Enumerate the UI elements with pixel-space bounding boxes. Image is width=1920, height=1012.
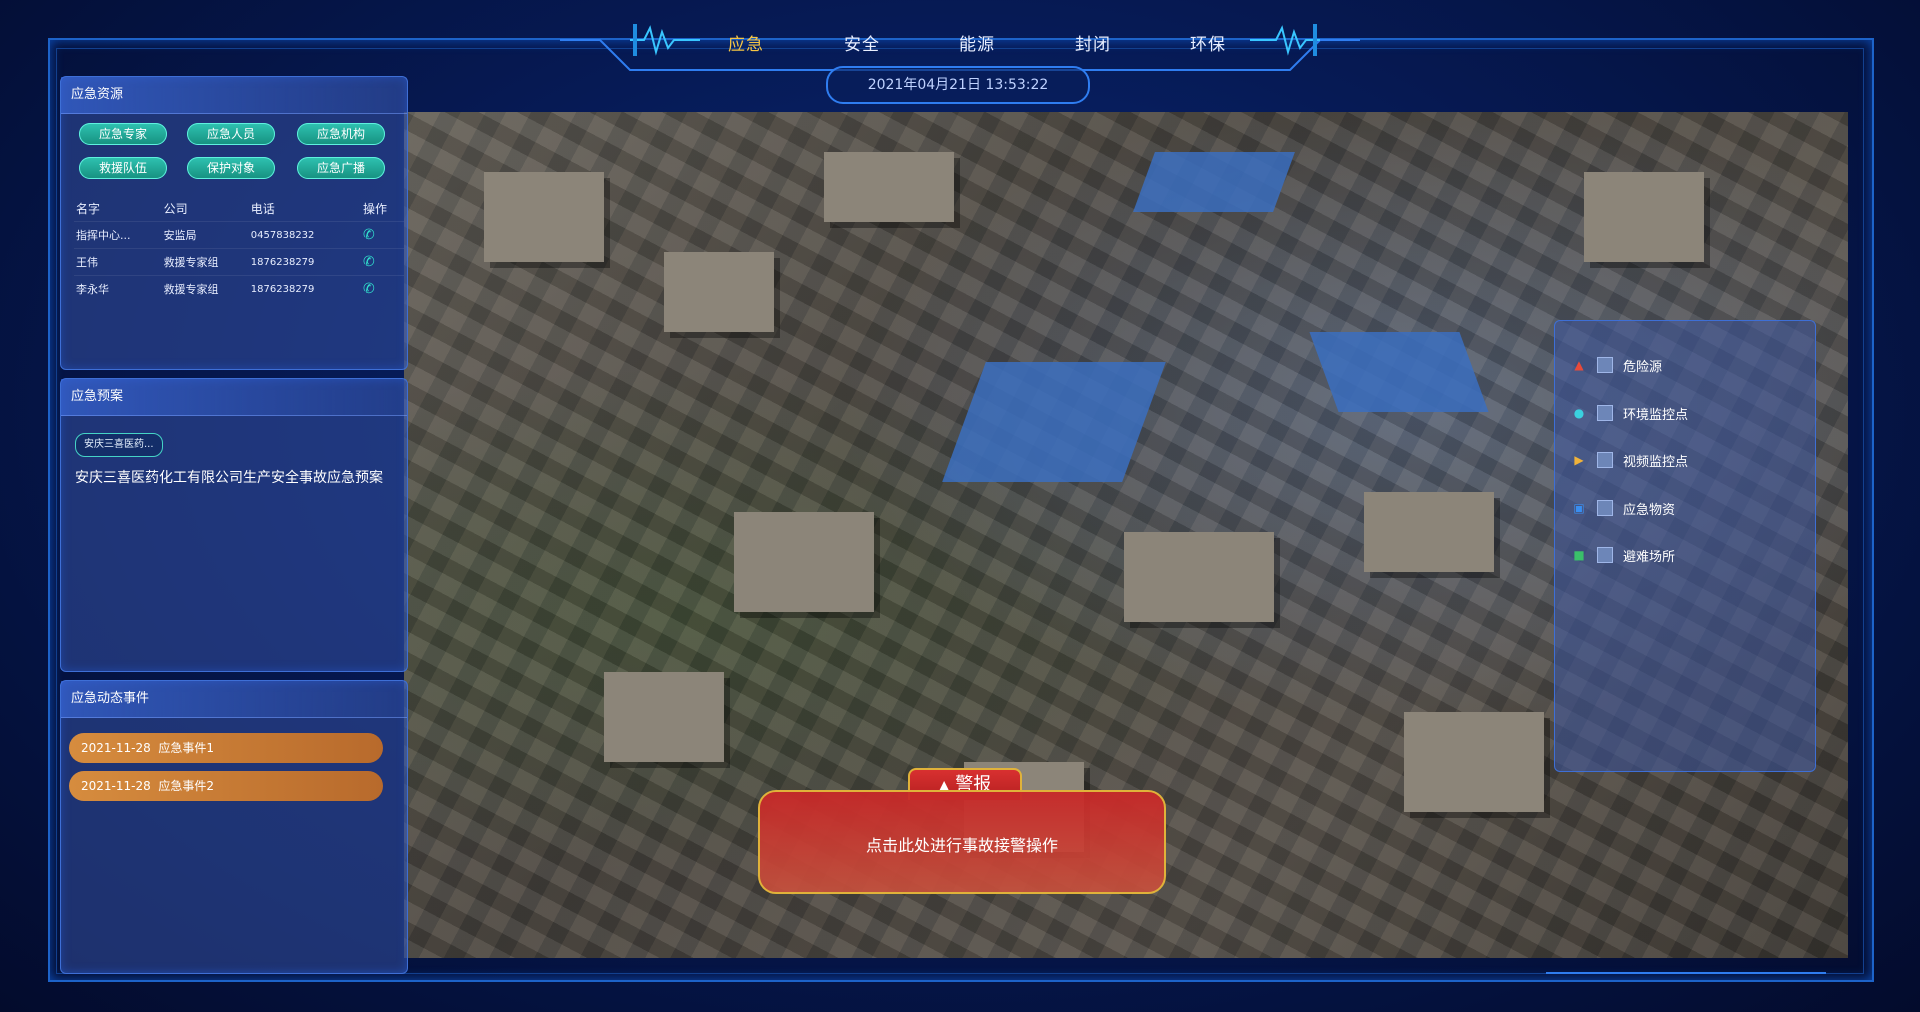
col-company: 公司	[163, 202, 188, 216]
cell-company: 安监局	[161, 221, 249, 249]
cell-phone: 0457838232	[248, 221, 362, 249]
table-row: 王伟 救援专家组 1876238279 ✆	[74, 248, 404, 276]
phone-call-icon[interactable]: ✆	[363, 254, 375, 270]
plan-tag[interactable]: 安庆三喜医药...	[75, 433, 163, 457]
event-date: 2021-11-28	[81, 779, 151, 793]
map-building	[1124, 532, 1274, 622]
map-building	[484, 172, 604, 262]
cell-phone: 1876238279	[248, 248, 362, 276]
tag-rescue-teams[interactable]: 救援队伍	[79, 157, 167, 179]
legend-item-video-monitor[interactable]: ▶ 视频监控点	[1571, 450, 1688, 470]
legend-label: 应急物资	[1623, 502, 1676, 518]
thermometer-icon: ●	[1573, 406, 1585, 420]
panel-title: 应急预案	[61, 379, 407, 416]
phone-call-icon[interactable]: ✆	[363, 281, 375, 297]
tab-closure[interactable]: 封闭	[1075, 30, 1111, 55]
tag-broadcast[interactable]: 应急广播	[297, 157, 385, 179]
event-name: 应急事件2	[158, 779, 215, 793]
tab-energy[interactable]: 能源	[959, 30, 995, 55]
event-name: 应急事件1	[158, 741, 215, 755]
resources-table: 名字 公司 电话 操作 指挥中心... 安监局 0457838232 ✆ 王伟 …	[74, 196, 404, 302]
map-building	[664, 252, 774, 332]
phone-call-icon[interactable]: ✆	[363, 227, 375, 243]
map-building	[1364, 492, 1494, 572]
map-roof	[1133, 152, 1295, 212]
event-date: 2021-11-28	[81, 741, 151, 755]
legend-label: 避难场所	[1623, 549, 1676, 565]
table-row: 李永华 救援专家组 1876238279 ✆	[74, 275, 404, 302]
legend-checkbox[interactable]	[1597, 500, 1613, 516]
tag-agencies[interactable]: 应急机构	[297, 123, 385, 145]
cell-action: ✆	[361, 221, 404, 249]
layer-legend-panel: ▲ 危险源 ● 环境监控点 ▶ 视频监控点 ▣ 应急物资 ■ 避难场所	[1554, 320, 1816, 772]
table-row: 指挥中心... 安监局 0457838232 ✆	[74, 221, 404, 249]
panel-title: 应急动态事件	[61, 681, 407, 718]
map-building	[1404, 712, 1544, 812]
map-building	[824, 152, 954, 222]
datetime-display: 2021年04月21日 13:53:22	[826, 66, 1090, 104]
legend-label: 环境监控点	[1623, 407, 1689, 423]
map-building	[1584, 172, 1704, 262]
cell-name: 李永华	[74, 275, 162, 302]
cell-phone: 1876238279	[248, 275, 362, 302]
alarm-button[interactable]: 点击此处进行事故接警操作	[758, 790, 1166, 894]
legend-checkbox[interactable]	[1597, 452, 1613, 468]
tag-experts[interactable]: 应急专家	[79, 123, 167, 145]
pulse-wave-left-icon	[630, 24, 700, 56]
cell-name: 指挥中心...	[74, 221, 162, 249]
shelter-icon: ■	[1573, 548, 1585, 562]
alarm-text: 点击此处进行事故接警操作	[865, 836, 1058, 855]
truck-icon: ▣	[1573, 501, 1585, 515]
legend-item-supplies[interactable]: ▣ 应急物资	[1571, 498, 1675, 518]
plans-panel: 应急预案 安庆三喜医药... 安庆三喜医药化工有限公司生产安全事故应急预案	[60, 378, 408, 672]
map-building	[734, 512, 874, 612]
table-header-row: 名字 公司 电话 操作	[74, 196, 404, 222]
legend-item-env-monitor[interactable]: ● 环境监控点	[1571, 403, 1688, 423]
map-roof	[1309, 332, 1489, 412]
col-name: 名字	[76, 202, 101, 216]
event-item[interactable]: 2021-11-28 应急事件1	[69, 733, 383, 763]
video-icon: ▶	[1574, 453, 1584, 467]
col-phone: 电话	[250, 202, 275, 216]
cell-company: 救援专家组	[161, 248, 249, 276]
legend-checkbox[interactable]	[1597, 405, 1613, 421]
cell-company: 救援专家组	[161, 275, 249, 302]
panel-title: 应急资源	[61, 77, 407, 114]
legend-label: 危险源	[1623, 359, 1663, 375]
pulse-wave-right-icon	[1250, 24, 1320, 56]
map-roof	[942, 362, 1166, 482]
map-building	[604, 672, 724, 762]
legend-checkbox[interactable]	[1597, 357, 1613, 373]
tag-personnel[interactable]: 应急人员	[187, 123, 275, 145]
legend-checkbox[interactable]	[1597, 547, 1613, 563]
tab-emergency[interactable]: 应急	[728, 30, 764, 55]
tab-safety[interactable]: 安全	[844, 30, 880, 55]
col-action: 操作	[363, 202, 388, 216]
cell-action: ✆	[361, 275, 404, 302]
legend-item-hazard[interactable]: ▲ 危险源	[1571, 355, 1662, 375]
plan-text[interactable]: 安庆三喜医药化工有限公司生产安全事故应急预案	[75, 467, 383, 487]
legend-label: 视频监控点	[1623, 454, 1689, 470]
tab-environment[interactable]: 环保	[1190, 30, 1226, 55]
cell-action: ✆	[361, 248, 404, 276]
legend-item-shelter[interactable]: ■ 避难场所	[1571, 545, 1675, 565]
events-panel: 应急动态事件 2021-11-28 应急事件1 2021-11-28 应急事件2	[60, 680, 408, 974]
tag-protected-objects[interactable]: 保护对象	[187, 157, 275, 179]
fire-icon: ▲	[1574, 358, 1584, 372]
cell-name: 王伟	[74, 248, 162, 276]
bottom-accent-line	[1546, 972, 1826, 974]
event-item[interactable]: 2021-11-28 应急事件2	[69, 771, 383, 801]
